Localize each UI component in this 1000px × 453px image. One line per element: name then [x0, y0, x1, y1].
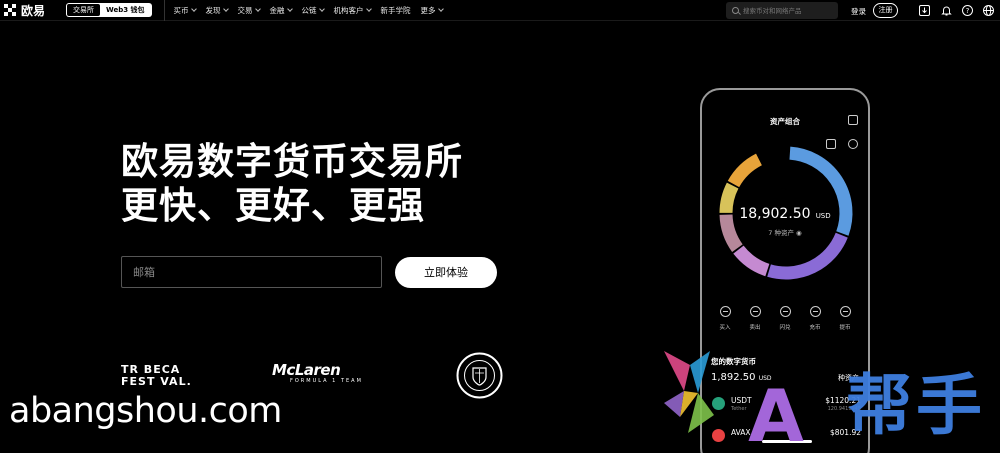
search-input[interactable]	[743, 6, 833, 15]
watermark-site: abangshou.com	[9, 391, 282, 431]
plus-icon	[719, 306, 731, 317]
search-icon	[732, 7, 739, 14]
balance-currency: USD	[815, 212, 831, 220]
convert-icon	[779, 306, 791, 317]
action-convert[interactable]: 闪兑	[773, 306, 797, 331]
try-now-button[interactable]: 立即体验	[395, 257, 497, 288]
withdraw-icon	[839, 306, 851, 317]
main-menu: 买币 发现 交易 金融 公链 机构客户 新手学院 更多	[163, 0, 448, 21]
register-button[interactable]: 注册	[873, 3, 898, 18]
menu-item-buy[interactable]: 买币	[169, 5, 201, 16]
logo-text: 欧易	[21, 3, 46, 18]
headline-line-2: 更快、更好、更强	[121, 184, 425, 227]
watermark-cn: 帮手	[846, 367, 986, 444]
ring-segment-5	[727, 153, 763, 188]
chevron-down-icon	[437, 5, 444, 12]
hero-headline: 欧易数字货币交易所 更快、更好、更强	[121, 140, 463, 228]
menu-item-chain[interactable]: 公链	[297, 5, 329, 16]
menu-item-finance[interactable]: 金融	[265, 5, 297, 16]
help-icon[interactable]: ?	[961, 4, 973, 16]
portfolio-title: 资产组合	[770, 117, 800, 126]
tab-web3-wallet[interactable]: Web3 钱包	[100, 4, 151, 16]
chevron-down-icon	[286, 5, 293, 12]
ring-segment-1	[767, 232, 848, 280]
action-buy[interactable]: 买入	[713, 306, 737, 331]
menu-item-discover[interactable]: 发现	[201, 5, 233, 16]
search-box[interactable]	[726, 2, 838, 19]
asset-count: 7 种资产 ◉	[768, 229, 802, 237]
chevron-down-icon	[222, 5, 229, 12]
document-icon	[848, 115, 858, 125]
chevron-down-icon	[190, 5, 197, 12]
balance-amount: 18,902.50	[739, 206, 811, 222]
menu-item-academy[interactable]: 新手学院	[376, 5, 416, 16]
action-withdraw[interactable]: 提币	[833, 306, 857, 331]
phone-actions: 买入 卖出 闪兑 充币 提币	[702, 306, 868, 331]
action-sell[interactable]: 卖出	[743, 306, 767, 331]
watermark-logo: A	[654, 343, 829, 453]
svg-text:A: A	[748, 374, 804, 443]
download-icon[interactable]	[918, 4, 930, 16]
menu-item-trade[interactable]: 交易	[233, 5, 265, 16]
top-nav: 欧易 交易所 Web3 钱包 买币 发现 交易 金融 公链 机构客户 新手学院 …	[0, 0, 1000, 21]
tribeca-festival-logo: TR BECA FEST VAL.	[121, 363, 192, 388]
manchester-city-logo	[456, 352, 503, 399]
okx-logo[interactable]: 欧易	[4, 2, 60, 19]
action-deposit[interactable]: 充币	[803, 306, 827, 331]
balance-block: 18,902.50 USD 7 种资产 ◉	[702, 203, 868, 237]
chevron-down-icon	[318, 5, 325, 12]
svg-text:?: ?	[965, 7, 969, 15]
eye-icon: ◉	[796, 229, 802, 237]
mclaren-logo: McLaren FORMULA 1 TEAM	[272, 361, 363, 384]
email-field[interactable]	[121, 256, 382, 288]
menu-item-institutional[interactable]: 机构客户	[329, 5, 376, 16]
minus-icon	[749, 306, 761, 317]
tab-exchange[interactable]: 交易所	[67, 4, 100, 16]
chevron-down-icon	[254, 5, 261, 12]
login-link[interactable]: 登录	[851, 6, 866, 17]
chevron-down-icon	[365, 5, 372, 12]
okx-logo-icon	[4, 4, 17, 16]
headline-line-1: 欧易数字货币交易所	[121, 140, 463, 183]
globe-icon[interactable]	[982, 4, 994, 16]
ring-segment-2	[733, 245, 770, 277]
bell-icon[interactable]	[940, 4, 952, 16]
mode-switch: 交易所 Web3 钱包	[66, 3, 152, 17]
deposit-icon	[809, 306, 821, 317]
menu-item-more[interactable]: 更多	[416, 5, 448, 16]
